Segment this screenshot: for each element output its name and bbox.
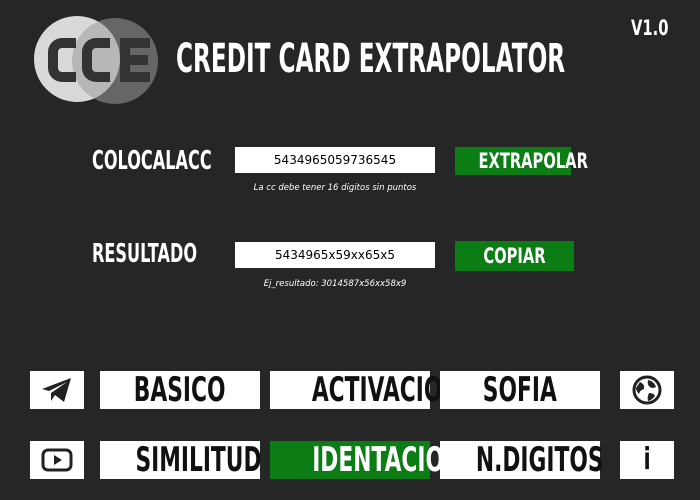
extrapolar-button[interactable]: EXTRAPOLAR — [455, 147, 588, 175]
similitud-button[interactable]: SIMILITUD — [100, 441, 262, 479]
result-hint: Ej_resultado: 3014587x56xx58x9 — [263, 279, 407, 289]
sofia-button[interactable]: SOFIA — [440, 371, 600, 409]
telegram-button[interactable] — [30, 371, 84, 409]
youtube-icon — [41, 448, 73, 472]
version-label: V1.0 — [631, 16, 669, 40]
app-title: CREDIT CARD EXTRAPOLATOR — [176, 36, 566, 82]
cc-input[interactable] — [235, 147, 435, 173]
app-logo — [32, 16, 162, 106]
youtube-button[interactable] — [30, 441, 84, 479]
info-icon: i — [643, 442, 651, 477]
n-digitos-button[interactable]: N.DIGITOS — [440, 441, 604, 479]
cce-logo-icon — [34, 16, 158, 104]
info-button[interactable]: i — [620, 441, 674, 479]
copiar-button[interactable]: COPIAR — [455, 241, 574, 271]
cc-input-label: COLOCALACC — [92, 146, 212, 176]
telegram-icon — [42, 378, 71, 402]
cc-input-hint: La cc debe tener 16 digitos sin puntos — [253, 183, 417, 193]
globe-icon — [632, 375, 662, 405]
basico-button[interactable]: BASICO — [100, 371, 260, 409]
identacion-button[interactable]: IDENTACION — [270, 441, 462, 479]
globe-button[interactable] — [620, 371, 674, 409]
result-label: RESULTADO — [92, 239, 198, 269]
result-field[interactable] — [235, 242, 435, 268]
activacion-button[interactable]: ACTIVACION — [270, 371, 461, 409]
